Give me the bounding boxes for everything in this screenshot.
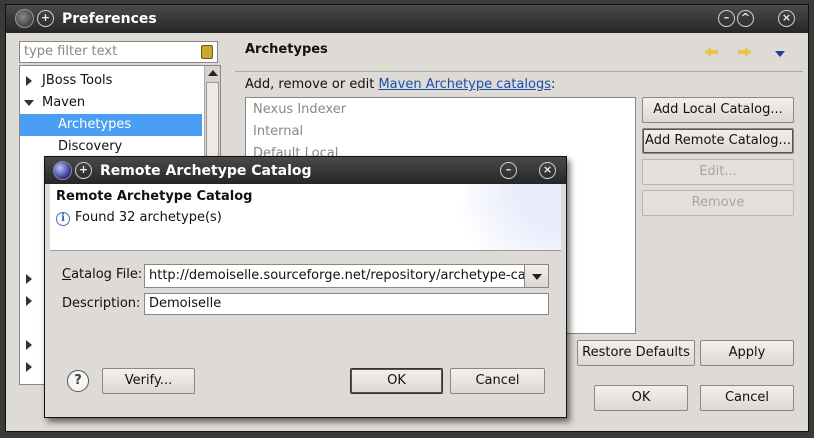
info-icon: i [56, 212, 70, 226]
maximize-icon[interactable]: ^ [737, 10, 754, 27]
close-icon[interactable]: × [778, 10, 795, 27]
collapsed-arrow-icon[interactable] [26, 362, 32, 372]
add-local-catalog-button[interactable]: Add Local Catalog... [642, 97, 794, 123]
window-title: Preferences [62, 11, 157, 27]
page-title: Archetypes [245, 42, 328, 57]
tree-item-jboss-tools[interactable]: JBoss Tools [42, 70, 112, 92]
dialog-ok-button[interactable]: OK [350, 368, 443, 394]
dialog-heading: Remote Archetype Catalog [56, 189, 253, 204]
verify-button[interactable]: Verify... [102, 368, 195, 394]
clear-filter-icon[interactable] [201, 45, 213, 59]
collapsed-arrow-icon[interactable] [26, 296, 32, 306]
add-remote-catalog-button[interactable]: Add Remote Catalog... [642, 128, 794, 154]
dialog-header-area: Remote Archetype Catalog i Found 32 arch… [50, 184, 561, 250]
plus-icon[interactable]: + [37, 10, 54, 27]
tree-item-discovery[interactable]: Discovery [58, 136, 122, 158]
remove-button[interactable]: Remove [642, 190, 794, 216]
filter-input[interactable]: type filter text [19, 41, 218, 63]
close-icon[interactable]: × [539, 162, 556, 179]
tree-item-archetypes[interactable]: Archetypes [58, 114, 131, 136]
catalog-file-label: Catalog File: [62, 267, 143, 282]
collapsed-arrow-icon[interactable] [26, 274, 32, 284]
catalog-file-dropdown[interactable] [524, 264, 549, 288]
page-description: Add, remove or edit Maven Archetype cata… [245, 77, 556, 92]
description-label: Description: [62, 296, 141, 311]
cancel-button[interactable]: Cancel [700, 385, 794, 411]
catalog-file-combo[interactable]: http://demoiselle.sourceforge.net/reposi… [144, 264, 525, 288]
scroll-up-arrow-icon[interactable] [208, 70, 218, 76]
eclipse-icon[interactable] [53, 161, 72, 180]
dialog-window-title: Remote Archetype Catalog [100, 163, 312, 179]
back-icon[interactable] [704, 47, 718, 57]
list-item[interactable]: Internal [253, 124, 303, 139]
preferences-titlebar: + Preferences – ^ × [6, 5, 808, 33]
maven-archetype-catalogs-link[interactable]: Maven Archetype catalogs [378, 77, 551, 92]
header-divider [235, 71, 803, 72]
forward-icon[interactable] [738, 47, 752, 57]
dialog-cancel-button[interactable]: Cancel [450, 368, 545, 394]
tree-item-maven[interactable]: Maven [42, 92, 85, 114]
dialog-titlebar: + Remote Archetype Catalog – × [45, 157, 566, 184]
expanded-arrow-icon[interactable] [24, 100, 34, 106]
window-menu-icon[interactable] [15, 9, 34, 28]
collapsed-arrow-icon[interactable] [26, 76, 32, 86]
dropdown-arrow-icon [532, 274, 542, 280]
apply-button[interactable]: Apply [700, 340, 794, 366]
minimize-icon[interactable]: – [500, 162, 517, 179]
view-menu-icon[interactable] [775, 51, 785, 57]
header-separator [50, 250, 561, 251]
edit-button[interactable]: Edit... [642, 159, 794, 185]
remote-catalog-dialog: + Remote Archetype Catalog – × Remote Ar… [44, 156, 567, 418]
minimize-icon[interactable]: – [718, 10, 735, 27]
ok-button[interactable]: OK [594, 385, 688, 411]
plus-icon[interactable]: + [75, 162, 92, 179]
help-icon[interactable]: ? [67, 370, 89, 392]
info-message: Found 32 archetype(s) [75, 210, 222, 225]
banner-graphic [461, 184, 561, 250]
description-input[interactable]: Demoiselle [144, 293, 549, 315]
collapsed-arrow-icon[interactable] [26, 340, 32, 350]
list-item[interactable]: Nexus Indexer [253, 102, 346, 117]
restore-defaults-button[interactable]: Restore Defaults [577, 340, 695, 366]
